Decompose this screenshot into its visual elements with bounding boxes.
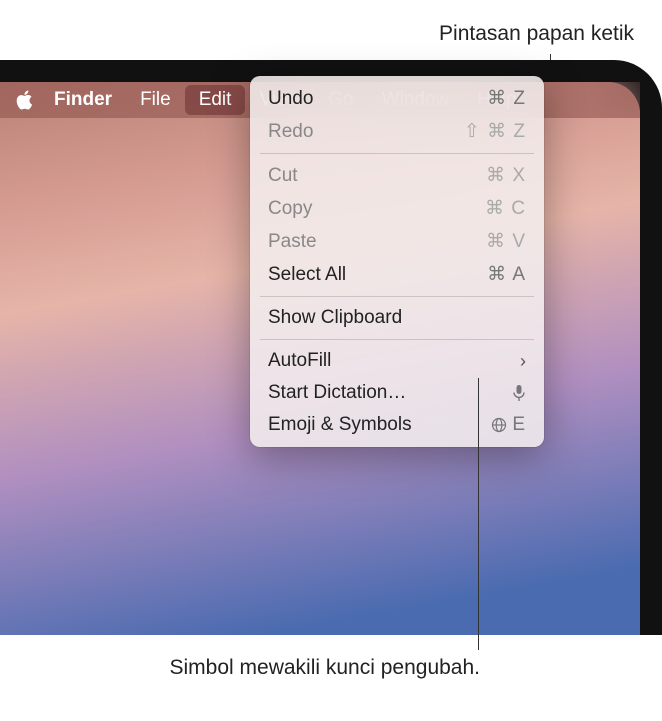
menu-label: Paste	[268, 231, 317, 253]
menu-separator	[260, 296, 534, 297]
menu-label: AutoFill	[268, 350, 331, 372]
menubar-edit[interactable]: Edit	[185, 85, 246, 115]
callout-keyboard-shortcut: Pintasan papan ketik	[439, 22, 634, 46]
menu-shortcut: ⌘ A	[487, 263, 526, 286]
menu-shortcut: ⌘ X	[486, 164, 526, 187]
menu-cut: Cut ⌘ X	[256, 159, 538, 192]
menu-select-all[interactable]: Select All ⌘ A	[256, 258, 538, 291]
menu-autofill[interactable]: AutoFill ›	[256, 345, 538, 377]
menu-start-dictation[interactable]: Start Dictation…	[256, 377, 538, 409]
chevron-right-icon: ›	[520, 351, 526, 372]
menu-label: Start Dictation…	[268, 382, 406, 404]
menu-undo[interactable]: Undo ⌘ Z	[256, 82, 538, 115]
menu-show-clipboard[interactable]: Show Clipboard	[256, 302, 538, 334]
callout-line-bottom	[478, 378, 479, 650]
menubar-app-name[interactable]: Finder	[40, 85, 126, 115]
menu-separator	[260, 153, 534, 154]
menu-label: Select All	[268, 264, 346, 286]
menu-shortcut: ⌘ Z	[487, 87, 526, 110]
globe-icon	[491, 414, 507, 436]
menu-label: Undo	[268, 88, 313, 110]
menu-redo: Redo ⇧ ⌘ Z	[256, 115, 538, 148]
menu-emoji-symbols[interactable]: Emoji & Symbols E	[256, 409, 538, 441]
mic-icon	[512, 384, 526, 402]
edit-menu-dropdown: Undo ⌘ Z Redo ⇧ ⌘ Z Cut ⌘ X Copy ⌘ C Pas…	[250, 76, 544, 447]
menu-shortcut: ⌘ C	[485, 197, 526, 220]
menu-shortcut: ⇧ ⌘ Z	[464, 120, 526, 143]
menu-label: Redo	[268, 121, 313, 143]
menu-label: Emoji & Symbols	[268, 414, 412, 436]
apple-menu-icon[interactable]	[8, 90, 40, 110]
menu-shortcut: ⌘ V	[486, 230, 526, 253]
menu-paste: Paste ⌘ V	[256, 225, 538, 258]
menu-label: Show Clipboard	[268, 307, 402, 329]
menu-shortcut: E	[491, 414, 526, 436]
callout-modifier-symbol: Simbol mewakili kunci pengubah.	[150, 654, 480, 681]
menu-copy: Copy ⌘ C	[256, 192, 538, 225]
menubar-file[interactable]: File	[126, 85, 185, 115]
menu-separator	[260, 339, 534, 340]
menu-label: Copy	[268, 198, 312, 220]
menu-label: Cut	[268, 165, 298, 187]
